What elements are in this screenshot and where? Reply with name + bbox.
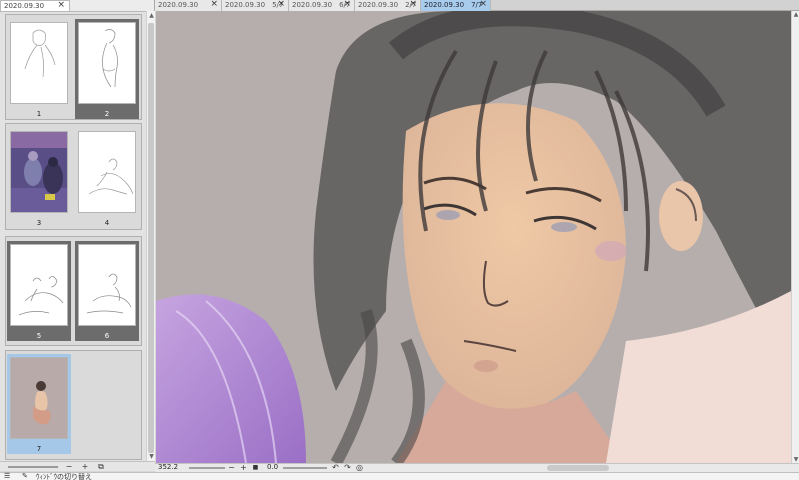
page-spread: 7 [5,350,142,460]
panel-tab-label: 2020.09.30 [4,2,45,10]
reset-rotation-button[interactable]: ◎ [355,463,364,472]
page-number: 7 [36,445,42,453]
page-number: 4 [104,219,110,227]
close-icon[interactable]: × [57,0,65,10]
zoom-value[interactable]: 352.2 [158,463,178,471]
page-preview-color [10,131,68,213]
close-icon[interactable]: × [479,0,487,10]
close-icon[interactable]: × [210,0,218,10]
panel-footer: − + ⧉ [0,461,155,471]
document-tab[interactable]: 2020.09.30 × [155,0,222,11]
canvas-scrollbar[interactable]: ▲ ▼ [791,11,799,463]
document-tab[interactable]: 2020.09.30 2/7 × [355,0,421,11]
tab-label: 2020.09.30 5/7 [225,1,284,9]
page-thumbnail[interactable]: 2 [75,19,139,119]
rotate-right-button[interactable]: ↷ [343,463,352,472]
canvas-status-bar: 352.2 − + ■ 0.0 ↶ ↷ ◎ [155,463,799,472]
scrollbar-thumb[interactable] [148,23,154,453]
tab-label: 2020.09.30 2/7 [358,1,417,9]
page-preview-sketch [78,131,136,213]
page-thumbnail[interactable]: 5 [7,241,71,341]
page-preview-sketch [10,22,68,104]
pen-icon[interactable]: ✎ [22,472,28,480]
zoom-out-button[interactable]: − [227,463,236,472]
scroll-down-icon[interactable]: ▼ [148,453,155,460]
rotation-slider[interactable] [283,467,327,469]
page-preview-color [10,357,68,439]
page-thumbnail[interactable]: 4 [75,128,139,228]
fit-view-button[interactable]: ■ [251,463,260,472]
panel-options-button[interactable]: ⧉ [96,462,106,471]
page-preview-sketch [10,244,68,326]
zoom-in-button[interactable]: + [239,463,248,472]
page-number: 6 [104,332,110,340]
scroll-up-icon[interactable]: ▲ [148,12,155,19]
scroll-down-icon[interactable]: ▼ [792,456,799,463]
close-icon[interactable]: × [409,0,417,10]
bottom-toolbar: ☰ ✎ ｳｨﾝﾄﾞｳの切り替え [0,472,799,480]
panel-scrollbar[interactable]: ▲ ▼ [146,11,155,461]
panel-tab[interactable]: 2020.09.30 × [0,0,70,11]
document-tab[interactable]: 2020.09.30 6/7 × [289,0,355,11]
window-switch-label[interactable]: ｳｨﾝﾄﾞｳの切り替え [36,472,92,480]
page-manager-panel: 2020.09.30 × 1 2 3 4 5 6 7 ▲ ▼ − + ⧉ [0,0,155,471]
close-icon[interactable]: × [343,0,351,10]
scroll-up-icon[interactable]: ▲ [792,11,799,18]
page-thumbnail[interactable]: 1 [7,19,71,119]
page-number: 2 [104,110,110,118]
horizontal-scrollbar-thumb[interactable] [547,465,609,471]
zoom-in-button[interactable]: + [80,462,90,471]
page-number: 3 [36,219,42,227]
thumbnail-size-slider[interactable] [8,466,58,468]
tab-label: 2020.09.30 7/7 [424,1,483,9]
close-icon[interactable]: × [277,0,285,10]
page-thumbnail[interactable]: 6 [75,241,139,341]
rotate-left-button[interactable]: ↶ [331,463,340,472]
menu-icon[interactable]: ☰ [4,472,10,480]
tab-label: 2020.09.30 [158,1,199,9]
zoom-slider[interactable] [189,467,225,469]
page-preview-sketch [78,244,136,326]
rotation-value[interactable]: 0.0 [267,463,278,471]
drawing-canvas[interactable] [156,11,791,463]
tab-label: 2020.09.30 6/7 [292,1,351,9]
page-spread: 1 2 [5,14,142,120]
document-tab-active[interactable]: 2020.09.30 7/7 × [421,0,491,11]
page-number: 5 [36,332,42,340]
page-thumbnail[interactable]: 7 [7,354,71,454]
page-spread: 3 4 [5,123,142,230]
canvas-artwork [156,11,791,463]
zoom-out-button[interactable]: − [64,462,74,471]
page-thumbnail[interactable]: 3 [7,128,71,228]
page-number: 1 [36,110,42,118]
page-spread: 5 6 [5,236,142,346]
document-tab-bar: 2020.09.30 × 2020.09.30 5/7 × 2020.09.30… [155,0,799,11]
page-thumbnail-list[interactable]: 1 2 3 4 5 6 7 [0,11,146,461]
page-preview-sketch [78,22,136,104]
document-tab[interactable]: 2020.09.30 5/7 × [222,0,289,11]
